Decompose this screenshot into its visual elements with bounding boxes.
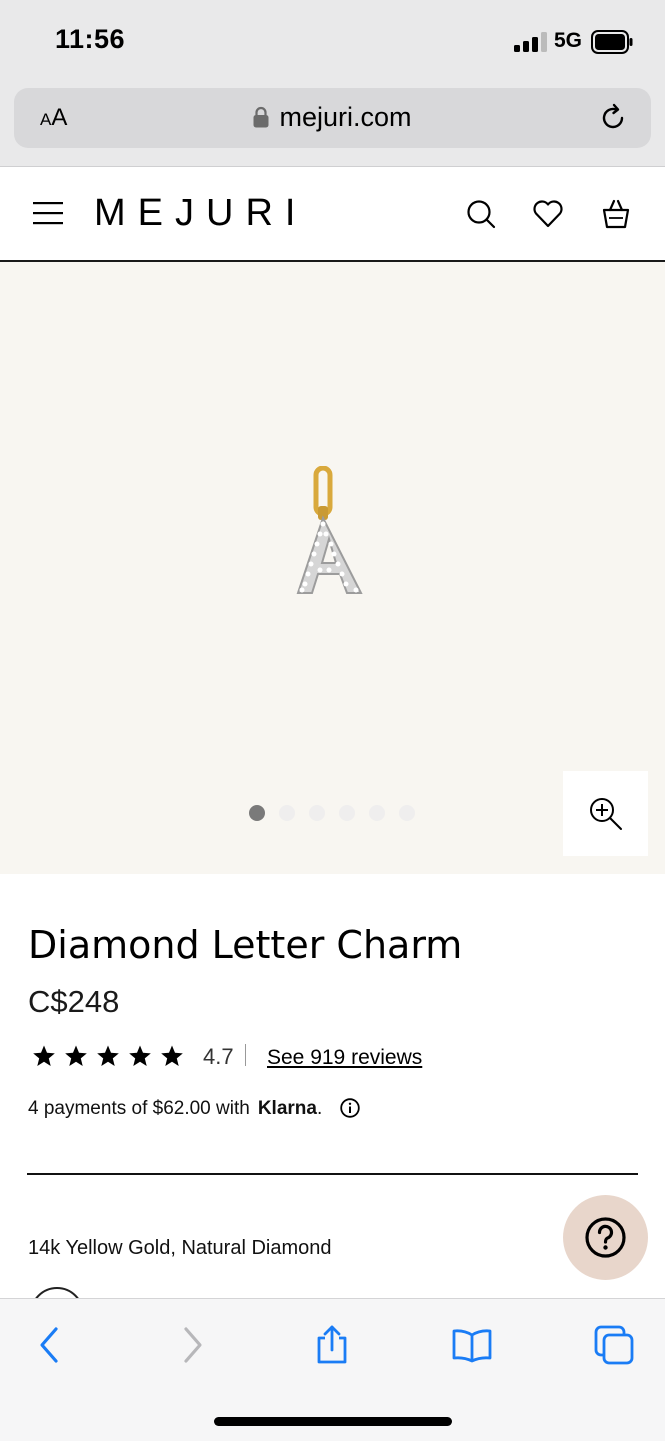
site-logo[interactable]: MEJURI — [94, 192, 307, 235]
tabs-icon[interactable] — [594, 1325, 634, 1365]
product-price: C$248 — [28, 984, 120, 1019]
bookmarks-icon[interactable] — [452, 1325, 492, 1365]
star-icon — [129, 1045, 151, 1066]
gallery-dot[interactable] — [399, 805, 415, 821]
gallery-dot[interactable] — [369, 805, 385, 821]
share-icon[interactable] — [312, 1325, 352, 1365]
rating-value: 4.7 — [203, 1044, 234, 1069]
search-icon[interactable] — [465, 197, 497, 231]
klarna-logo: Klarna — [257, 1098, 317, 1119]
network-type: 5G — [554, 29, 583, 52]
gallery-dot[interactable] — [279, 805, 295, 821]
cellular-signal-icon — [514, 32, 547, 52]
lock-icon — [253, 106, 269, 128]
home-indicator — [214, 1417, 452, 1426]
url-display[interactable]: mejuri.com — [14, 102, 651, 133]
klarna-period: . — [316, 1098, 323, 1119]
payment-text: 4 payments of $62.00 with — [28, 1098, 250, 1119]
shopping-bag-icon[interactable] — [600, 197, 632, 231]
material-label: 14k Yellow Gold, Natural Diamond — [28, 1237, 332, 1259]
status-bar: 11:56 5G — [0, 0, 665, 88]
rating-stars — [32, 1044, 192, 1070]
zoom-in-icon — [590, 798, 622, 830]
address-bar[interactable]: AA mejuri.com — [14, 88, 651, 148]
battery-icon — [591, 30, 633, 54]
help-button[interactable] — [563, 1195, 648, 1280]
installment-payment-info: 4 payments of $62.00 with Klarna. — [28, 1098, 360, 1120]
section-divider — [27, 1173, 638, 1175]
zoom-button[interactable] — [563, 771, 648, 856]
wishlist-heart-icon[interactable] — [532, 197, 564, 231]
rating-divider — [245, 1044, 246, 1066]
gallery-dot[interactable] — [249, 805, 265, 821]
gallery-dot[interactable] — [309, 805, 325, 821]
star-icon — [161, 1045, 183, 1066]
product-title: Diamond Letter Charm — [28, 923, 463, 967]
url-text: mejuri.com — [279, 102, 412, 132]
reload-icon[interactable] — [597, 102, 629, 134]
info-icon[interactable] — [339, 1098, 360, 1118]
see-reviews-link[interactable]: See 919 reviews — [267, 1046, 422, 1070]
status-time: 11:56 — [55, 24, 126, 54]
star-icon — [33, 1045, 55, 1066]
gallery-dot[interactable] — [339, 805, 355, 821]
gallery-pagination — [249, 805, 429, 823]
forward-arrow-icon[interactable] — [172, 1325, 212, 1365]
back-arrow-icon[interactable] — [30, 1325, 70, 1365]
browser-address-area: AA mejuri.com — [0, 88, 665, 167]
hamburger-menu-icon[interactable] — [33, 200, 63, 226]
star-icon — [97, 1045, 119, 1066]
product-photo-letter-a-charm — [296, 466, 363, 594]
star-icon — [65, 1045, 87, 1066]
question-mark-icon — [585, 1217, 626, 1258]
